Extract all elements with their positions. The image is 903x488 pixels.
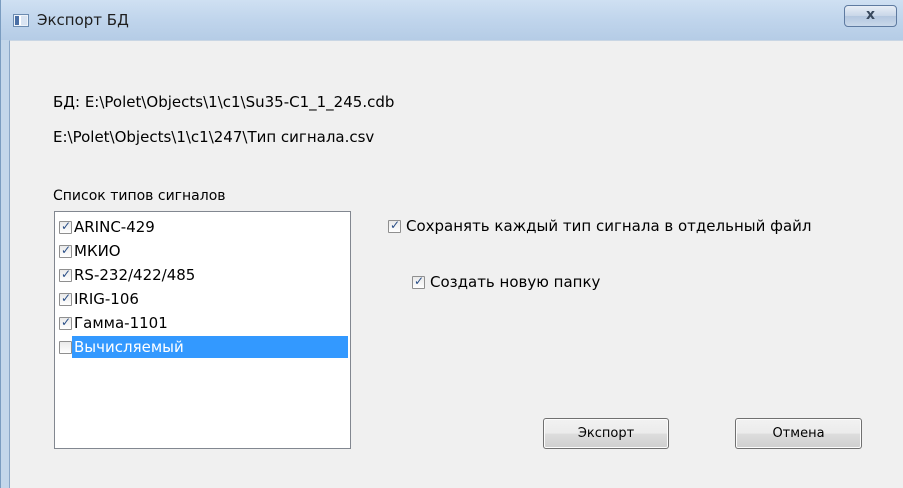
list-item-label: Гамма-1101 <box>74 314 168 332</box>
list-item[interactable]: ARINC-429 <box>59 215 348 239</box>
new-folder-checkbox[interactable] <box>412 274 425 289</box>
checkbox[interactable] <box>59 291 72 306</box>
separate-files-label: Сохранять каждый тип сигнала в отдельный… <box>406 217 812 235</box>
list-item-label: IRIG-106 <box>74 290 139 308</box>
title-bar[interactable]: Экспорт БД x <box>1 0 903 40</box>
list-item-label: МКИО <box>74 242 121 260</box>
csv-path-label: E:\Polet\Objects\1\c1\247\Тип сигнала.cs… <box>53 128 375 146</box>
window-title: Экспорт БД <box>37 11 129 29</box>
list-item[interactable]: IRIG-106 <box>59 287 348 311</box>
separate-files-option[interactable]: Сохранять каждый тип сигнала в отдельный… <box>388 217 811 235</box>
list-item-label: Вычисляемый <box>72 336 348 358</box>
new-folder-option[interactable]: Создать новую папку <box>412 273 600 291</box>
new-folder-label: Создать новую папку <box>430 273 601 291</box>
list-item-selected[interactable]: Вычисляемый <box>59 335 348 359</box>
checkbox[interactable] <box>59 340 72 354</box>
export-db-dialog: Экспорт БД x БД: E:\Polet\Objects\1\c1\S… <box>0 0 903 488</box>
db-path-label: БД: E:\Polet\Objects\1\c1\Su35-C1_1_245.… <box>53 93 395 111</box>
dialog-body: БД: E:\Polet\Objects\1\c1\Su35-C1_1_245.… <box>9 40 903 488</box>
close-icon: x <box>865 7 876 23</box>
list-item[interactable]: МКИО <box>59 239 348 263</box>
checkbox[interactable] <box>59 315 72 330</box>
separate-files-checkbox[interactable] <box>388 218 401 233</box>
checkbox[interactable] <box>59 243 72 258</box>
export-button[interactable]: Экспорт <box>543 418 669 449</box>
checkbox[interactable] <box>59 219 72 234</box>
list-item-label: ARINC-429 <box>74 218 155 236</box>
signal-list-label: Список типов сигналов <box>53 188 226 204</box>
list-item[interactable]: Гамма-1101 <box>59 311 348 335</box>
cancel-button[interactable]: Отмена <box>735 418 862 449</box>
close-button[interactable]: x <box>844 5 897 27</box>
list-item-label: RS-232/422/485 <box>74 266 196 284</box>
signal-type-list[interactable]: ARINC-429 МКИО RS-232/422/485 IRIG-106 Г… <box>54 211 351 449</box>
list-item[interactable]: RS-232/422/485 <box>59 263 348 287</box>
checkbox[interactable] <box>59 267 72 282</box>
window-icon <box>13 14 29 27</box>
